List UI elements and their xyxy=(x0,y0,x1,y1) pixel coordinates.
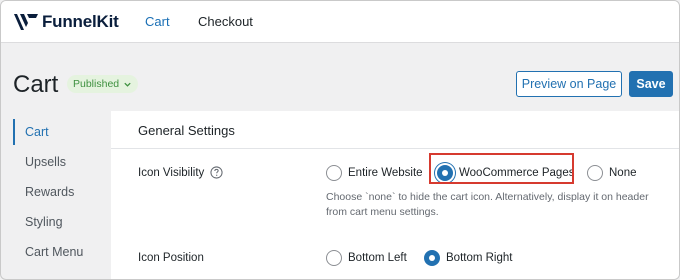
preview-on-page-button[interactable]: Preview on Page xyxy=(516,71,622,97)
page-title: Cart xyxy=(13,71,59,98)
radio-label: Entire Website xyxy=(348,167,423,179)
sidebar-item-styling[interactable]: Styling xyxy=(25,215,63,229)
funnelkit-logo[interactable]: FunnelKit xyxy=(13,11,119,33)
radio-label: None xyxy=(609,167,637,179)
radio-button-selected[interactable] xyxy=(424,250,440,266)
icon-visibility-label-text: Icon Visibility xyxy=(138,166,205,179)
active-item-indicator xyxy=(13,119,15,145)
radio-label: Bottom Right xyxy=(446,252,513,264)
brand-name: FunnelKit xyxy=(42,12,119,31)
icon-visibility-label: Icon Visibility xyxy=(138,166,223,179)
radio-button[interactable] xyxy=(326,250,342,266)
status-badge[interactable]: Published xyxy=(67,75,139,93)
icon-visibility-help-text: Choose `none` to hide the cart icon. Alt… xyxy=(326,191,649,218)
radio-entire-website[interactable]: Entire Website xyxy=(326,165,423,181)
sidebar-item-rewards[interactable]: Rewards xyxy=(25,185,74,199)
radio-button[interactable] xyxy=(326,165,342,181)
section-divider xyxy=(111,148,679,149)
chevron-down-icon xyxy=(124,82,131,87)
settings-panel: General Settings Icon Visibility Entire … xyxy=(111,111,679,279)
icon-position-label: Icon Position xyxy=(138,252,204,264)
highlight-annotation xyxy=(429,153,574,184)
radio-button[interactable] xyxy=(587,165,603,181)
sidebar-item-cart[interactable]: Cart xyxy=(25,125,49,139)
app-window: FunnelKit Cart Checkout Cart Published P… xyxy=(0,0,680,280)
radio-bottom-left[interactable]: Bottom Left xyxy=(326,250,407,266)
tab-checkout[interactable]: Checkout xyxy=(198,14,253,29)
settings-sidebar: Cart Upsells Rewards Styling Cart Menu xyxy=(1,111,111,279)
sidebar-item-upsells[interactable]: Upsells xyxy=(25,155,66,169)
status-label: Published xyxy=(73,78,120,90)
save-button[interactable]: Save xyxy=(629,71,673,97)
top-navigation-bar: FunnelKit Cart Checkout xyxy=(1,1,679,43)
help-icon[interactable] xyxy=(210,166,223,179)
section-title: General Settings xyxy=(138,123,235,138)
sidebar-item-cart-menu[interactable]: Cart Menu xyxy=(25,245,83,259)
funnelkit-logo-icon xyxy=(14,14,38,30)
radio-none[interactable]: None xyxy=(587,165,637,181)
tab-cart[interactable]: Cart xyxy=(145,14,170,29)
radio-bottom-right[interactable]: Bottom Right xyxy=(424,250,512,266)
radio-label: Bottom Left xyxy=(348,252,407,264)
